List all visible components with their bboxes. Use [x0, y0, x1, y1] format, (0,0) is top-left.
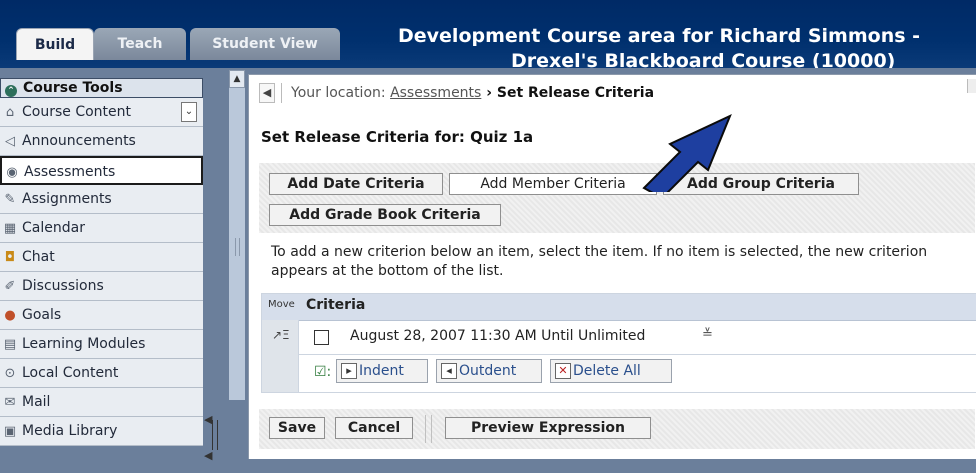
breadcrumb-separator: ›: [481, 85, 497, 101]
course-tools-label: Course Tools: [23, 80, 123, 96]
chat-icon: ◘: [4, 250, 16, 265]
sidebar-item-media-library[interactable]: ▣ Media Library: [0, 417, 203, 446]
sidebar-item-learning-modules[interactable]: ▤ Learning Modules: [0, 330, 203, 359]
sidebar-item-label: Local Content: [22, 365, 119, 381]
sidebar-item-label: Course Content: [22, 104, 132, 120]
criteria-table: Move Criteria ↗Ξ August 28, 2007 11:30 A…: [261, 293, 976, 393]
course-title: Development Course area for Richard Simm…: [398, 25, 921, 47]
sidebar-item-course-content[interactable]: ⌂ Course Content ⌄: [0, 98, 203, 127]
breadcrumb-text: Your location: Assessments › Set Release…: [291, 83, 654, 103]
sidebar: ⌃ Course Tools ⌂ Course Content ⌄ ◁ Announce…: [0, 68, 232, 462]
indent-label: Indent: [359, 363, 404, 379]
sidebar-item-label: Assessments: [24, 164, 116, 180]
tab-student-view[interactable]: Student View: [190, 28, 340, 60]
assessment-icon: ◉: [6, 165, 18, 180]
outdent-button[interactable]: ◂ Outdent: [436, 359, 542, 383]
criteria-column-header: Criteria: [306, 297, 366, 313]
sidebar-item-label: Mail: [22, 394, 51, 410]
sidebar-scrollbar[interactable]: ▲: [229, 70, 245, 400]
move-handle-icon[interactable]: ↗Ξ: [272, 328, 290, 342]
back-icon[interactable]: ◀: [259, 83, 275, 103]
delete-icon: ✕: [555, 363, 571, 379]
table-row: ↗Ξ August 28, 2007 11:30 AM Until Unlimi…: [262, 320, 976, 355]
button-divider: [425, 415, 426, 443]
save-button[interactable]: Save: [269, 417, 325, 439]
move-cell: ↗Ξ: [262, 320, 299, 354]
move-column-header: Move: [268, 299, 295, 310]
home-icon: ⌂: [5, 105, 15, 120]
sidebar-item-label: Assignments: [22, 191, 112, 207]
tab-build[interactable]: Build: [16, 28, 94, 60]
button-divider: [431, 415, 432, 443]
mail-icon: ✉: [4, 395, 16, 410]
cancel-button[interactable]: Cancel: [335, 417, 413, 439]
instruction-text: To add a new criterion below an item, se…: [271, 244, 928, 279]
learning-modules-icon: ▤: [3, 337, 17, 352]
sidebar-item-label: Goals: [22, 307, 62, 323]
annotation-arrow-shape: [642, 114, 732, 192]
collapse-left-icon-2[interactable]: ◀: [204, 449, 212, 462]
main-content: ◀ Your location: Assessments › Set Relea…: [248, 74, 976, 459]
local-content-icon: ⊙: [4, 366, 16, 381]
tab-teach[interactable]: Teach: [94, 28, 186, 60]
add-member-criteria-button[interactable]: Add Member Criteria: [449, 173, 657, 195]
course-title-line2: Drexel's Blackboard Course (10000): [511, 50, 896, 68]
scroll-up-icon[interactable]: ▲: [229, 70, 245, 88]
sidebar-item-label: Calendar: [22, 220, 85, 236]
page-title: Set Release Criteria for: Quiz 1a: [261, 128, 534, 146]
course-tools-header[interactable]: ⌃ Course Tools: [0, 78, 203, 98]
sidebar-item-label: Chat: [22, 249, 55, 265]
sidebar-item-local-content[interactable]: ⊙ Local Content: [0, 359, 203, 388]
calendar-icon: ▦: [3, 221, 17, 236]
sidebar-item-announcements[interactable]: ◁ Announcements: [0, 127, 203, 156]
sidebar-item-label: Media Library: [22, 423, 118, 439]
top-header: Build Teach Student View Development Cou…: [0, 0, 976, 68]
breadcrumb-divider: [281, 83, 282, 103]
add-date-criteria-button[interactable]: Add Date Criteria: [269, 173, 443, 195]
discussion-icon: ✐: [4, 279, 16, 294]
megaphone-icon: ◁: [5, 134, 15, 149]
breadcrumb: ◀ Your location: Assessments › Set Relea…: [257, 83, 976, 103]
scroll-grip[interactable]: [235, 238, 240, 256]
resize-handle[interactable]: [212, 420, 218, 450]
sidebar-item-assessments[interactable]: ◉ Assessments: [0, 156, 203, 185]
sidebar-item-label: Announcements: [22, 133, 136, 149]
expand-icon[interactable]: ⌄: [181, 102, 197, 122]
add-grade-book-criteria-button[interactable]: Add Grade Book Criteria: [269, 204, 501, 226]
criteria-button-bar: Add Date Criteria Add Member Criteria Ad…: [259, 163, 975, 233]
check-all-icon[interactable]: ☑:: [314, 364, 331, 380]
sidebar-item-mail[interactable]: ✉ Mail: [0, 388, 203, 417]
breadcrumb-current: Set Release Criteria: [496, 85, 655, 101]
criterion-text[interactable]: August 28, 2007 11:30 AM Until Unlimited: [350, 328, 645, 344]
media-library-icon: ▣: [3, 424, 17, 439]
goals-icon: ●: [4, 308, 16, 323]
criteria-table-header: Move Criteria: [262, 294, 976, 321]
sidebar-item-calendar[interactable]: ▦ Calendar: [0, 214, 203, 243]
assignment-icon: ✎: [4, 192, 16, 207]
bottom-button-bar: Save Cancel Preview Expression: [259, 409, 975, 449]
collapse-icon[interactable]: ⌃: [5, 85, 17, 97]
delete-all-label: Delete All: [573, 363, 641, 379]
annotation-arrow-icon: [642, 114, 732, 192]
options-icon[interactable]: ≚: [702, 327, 716, 343]
indent-icon: ▸: [341, 363, 357, 379]
sidebar-item-assignments[interactable]: ✎ Assignments: [0, 185, 203, 214]
outdent-icon: ◂: [441, 363, 457, 379]
breadcrumb-link-assessments[interactable]: Assessments: [390, 85, 481, 101]
breadcrumb-prefix: Your location:: [291, 85, 391, 101]
delete-all-button[interactable]: ✕ Delete All: [550, 359, 672, 383]
sidebar-item-discussions[interactable]: ✐ Discussions: [0, 272, 203, 301]
indent-button[interactable]: ▸ Indent: [336, 359, 428, 383]
sidebar-item-goals[interactable]: ● Goals: [0, 301, 203, 330]
preview-expression-button[interactable]: Preview Expression: [445, 417, 651, 439]
sidebar-item-chat[interactable]: ◘ Chat: [0, 243, 203, 272]
criterion-checkbox[interactable]: [314, 330, 329, 345]
sidebar-item-label: Discussions: [22, 278, 104, 294]
move-cell: [262, 354, 299, 392]
criteria-actions-row: ☑: ▸ Indent ◂ Outdent ✕ Delete All: [262, 354, 976, 392]
sidebar-item-label: Learning Modules: [22, 336, 146, 352]
tool-list: ⌂ Course Content ⌄ ◁ Announcements ◉ Assessm…: [0, 98, 203, 446]
outdent-label: Outdent: [459, 363, 517, 379]
